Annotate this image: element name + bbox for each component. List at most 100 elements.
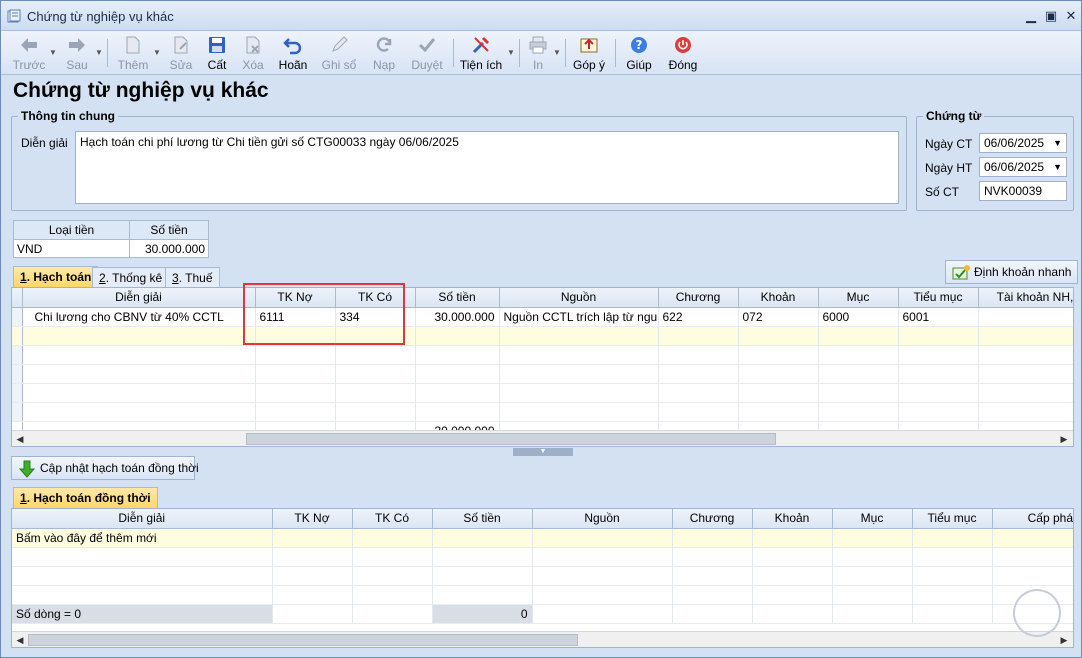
col-header-allocation[interactable]: Cấp phát bbox=[992, 509, 1073, 529]
panel-splitter[interactable]: ▼ bbox=[513, 448, 573, 456]
col-header-subitem[interactable]: Tiểu mục bbox=[912, 509, 993, 529]
maximize-icon[interactable]: ▣ bbox=[1043, 9, 1059, 23]
date-ct-field[interactable]: 06/06/2025 ▼ bbox=[979, 133, 1067, 153]
cell-section[interactable]: 072 bbox=[738, 307, 819, 327]
col-header-chapter[interactable]: Chương bbox=[672, 509, 753, 529]
arrow-left-icon bbox=[21, 38, 37, 52]
date-ht-field[interactable]: 06/06/2025 ▼ bbox=[979, 157, 1067, 177]
so-ct-label: Số CT bbox=[925, 185, 960, 199]
date-ct-label: Ngày CT bbox=[925, 137, 973, 151]
currency-type-cell[interactable]: VND bbox=[12, 239, 131, 258]
edit-document-icon bbox=[174, 36, 188, 54]
currency-type-header: Loại tiền bbox=[12, 220, 131, 240]
col-header-section[interactable]: Khoản bbox=[752, 509, 833, 529]
table-row[interactable]: Chi lương cho CBNV từ 40% CCTL 6111 334 … bbox=[12, 307, 1073, 327]
toolbar-separator bbox=[453, 39, 454, 67]
window-title: Chứng từ nghiệp vụ khác bbox=[27, 9, 174, 24]
col-header-item[interactable]: Mục bbox=[818, 288, 899, 308]
scroll-left-icon[interactable]: ◀ bbox=[13, 633, 27, 647]
scroll-thumb[interactable] bbox=[28, 634, 578, 646]
floppy-disk-icon bbox=[209, 37, 225, 53]
footer-total: 0 bbox=[432, 604, 533, 624]
chevron-down-icon[interactable]: ▼ bbox=[1053, 137, 1062, 150]
tab-thong-ke[interactable]: 2. Thống kê bbox=[92, 267, 170, 287]
footer-row: Số dòng = 0 0 bbox=[12, 604, 1073, 624]
tab-hach-toan[interactable]: 1. Hạch toán bbox=[13, 266, 99, 287]
general-info-legend: Thông tin chung bbox=[21, 109, 115, 123]
next-dropdown[interactable]: ▼ bbox=[93, 33, 103, 73]
quick-entry-button[interactable]: Định khoản nhanh bbox=[945, 260, 1079, 284]
row-count: Số dòng = 0 bbox=[12, 604, 273, 624]
add-button[interactable]: Thêm bbox=[113, 33, 153, 73]
scroll-right-icon[interactable]: ▶ bbox=[1057, 432, 1071, 446]
save-button[interactable]: Cất bbox=[201, 33, 233, 73]
feedback-button[interactable]: Góp ý bbox=[569, 33, 609, 73]
post-button[interactable]: Ghi sổ bbox=[317, 33, 361, 73]
cell-item[interactable]: 6000 bbox=[818, 307, 899, 327]
col-header-description[interactable]: Diễn giải bbox=[12, 509, 273, 529]
tab-thue[interactable]: 3. Thuế bbox=[165, 267, 220, 287]
grid-corner bbox=[12, 288, 23, 308]
print-button[interactable]: In bbox=[523, 33, 553, 73]
row-selector[interactable] bbox=[12, 326, 23, 346]
col-header-section[interactable]: Khoản bbox=[738, 288, 819, 308]
cell-subitem[interactable]: 6001 bbox=[898, 307, 979, 327]
reload-button[interactable]: Nạp bbox=[363, 33, 405, 73]
sync-grid-scrollbar[interactable]: ◀ ▶ bbox=[12, 631, 1073, 647]
col-header-amount[interactable]: Số tiền bbox=[432, 509, 533, 529]
sync-entries-button[interactable]: Cập nhật hạch toán đồng thời bbox=[11, 456, 199, 480]
undo-button[interactable]: Hoãn bbox=[273, 33, 313, 73]
edit-button[interactable]: Sửa bbox=[163, 33, 199, 73]
toolbar-separator bbox=[519, 39, 520, 67]
cell-chapter[interactable]: 622 bbox=[658, 307, 739, 327]
scroll-right-icon[interactable]: ▶ bbox=[1057, 633, 1071, 647]
cell-bank-account[interactable] bbox=[978, 307, 1073, 327]
help-icon: ? bbox=[631, 37, 647, 53]
prev-button[interactable]: Trước bbox=[7, 33, 51, 73]
col-header-chapter[interactable]: Chương bbox=[658, 288, 739, 308]
prev-dropdown[interactable]: ▼ bbox=[47, 33, 57, 73]
empty-row bbox=[12, 566, 1073, 586]
tab-sync-entries[interactable]: 1. Hạch toán đồng thời bbox=[13, 487, 158, 508]
empty-row bbox=[12, 402, 1073, 422]
delete-button[interactable]: Xóa bbox=[235, 33, 271, 73]
scroll-left-icon[interactable]: ◀ bbox=[13, 432, 27, 446]
cell-description[interactable]: Chi lương cho CBNV từ 40% CCTL bbox=[22, 307, 256, 327]
col-header-source[interactable]: Nguồn bbox=[532, 509, 673, 529]
col-header-debit[interactable]: TK Nợ bbox=[272, 509, 353, 529]
col-header-description[interactable]: Diễn giải bbox=[22, 288, 256, 308]
col-header-source[interactable]: Nguồn bbox=[499, 288, 659, 308]
empty-row bbox=[12, 585, 1073, 605]
printer-icon bbox=[529, 36, 547, 54]
col-header-item[interactable]: Mục bbox=[832, 509, 913, 529]
col-header-bank-account[interactable]: Tài khoản NH, bbox=[978, 288, 1073, 308]
approve-button[interactable]: Duyệt bbox=[405, 33, 449, 73]
minimize-icon[interactable]: ▁ bbox=[1023, 9, 1039, 23]
add-new-placeholder[interactable]: Bấm vào đây để thêm mới bbox=[12, 528, 273, 548]
utilities-button[interactable]: Tiện ích bbox=[457, 33, 505, 73]
cell-amount[interactable]: 30.000.000 bbox=[415, 307, 500, 327]
description-input[interactable]: Hạch toán chi phí lương từ Chi tiền gửi … bbox=[75, 131, 899, 204]
col-header-credit[interactable]: TK Có bbox=[352, 509, 433, 529]
utilities-dropdown[interactable]: ▼ bbox=[505, 33, 515, 73]
next-button[interactable]: Sau bbox=[59, 33, 95, 73]
toolbar-separator bbox=[107, 39, 108, 67]
help-button[interactable]: ? Giúp bbox=[621, 33, 657, 73]
empty-row bbox=[12, 364, 1073, 384]
add-new-row[interactable]: Bấm vào đây để thêm mới bbox=[12, 528, 1073, 548]
main-grid-scrollbar[interactable]: ◀ ▶ bbox=[12, 430, 1073, 446]
scroll-thumb[interactable] bbox=[246, 433, 776, 445]
close-icon[interactable]: ✕ bbox=[1063, 9, 1079, 23]
print-dropdown[interactable]: ▼ bbox=[551, 33, 561, 73]
close-button[interactable]: Đóng bbox=[663, 33, 703, 73]
col-header-subitem[interactable]: Tiểu mục bbox=[898, 288, 979, 308]
so-ct-field[interactable]: NVK00039 bbox=[979, 181, 1067, 201]
col-header-amount[interactable]: Số tiền bbox=[415, 288, 500, 308]
add-dropdown[interactable]: ▼ bbox=[151, 33, 161, 73]
row-selector[interactable] bbox=[12, 307, 23, 327]
chevron-down-icon[interactable]: ▼ bbox=[1053, 161, 1062, 174]
empty-row bbox=[12, 345, 1073, 365]
new-row[interactable] bbox=[12, 326, 1073, 346]
amount-cell[interactable]: 30.000.000 bbox=[129, 239, 209, 258]
cell-source[interactable]: Nguồn CCTL trích lập từ ngu... bbox=[499, 307, 659, 327]
